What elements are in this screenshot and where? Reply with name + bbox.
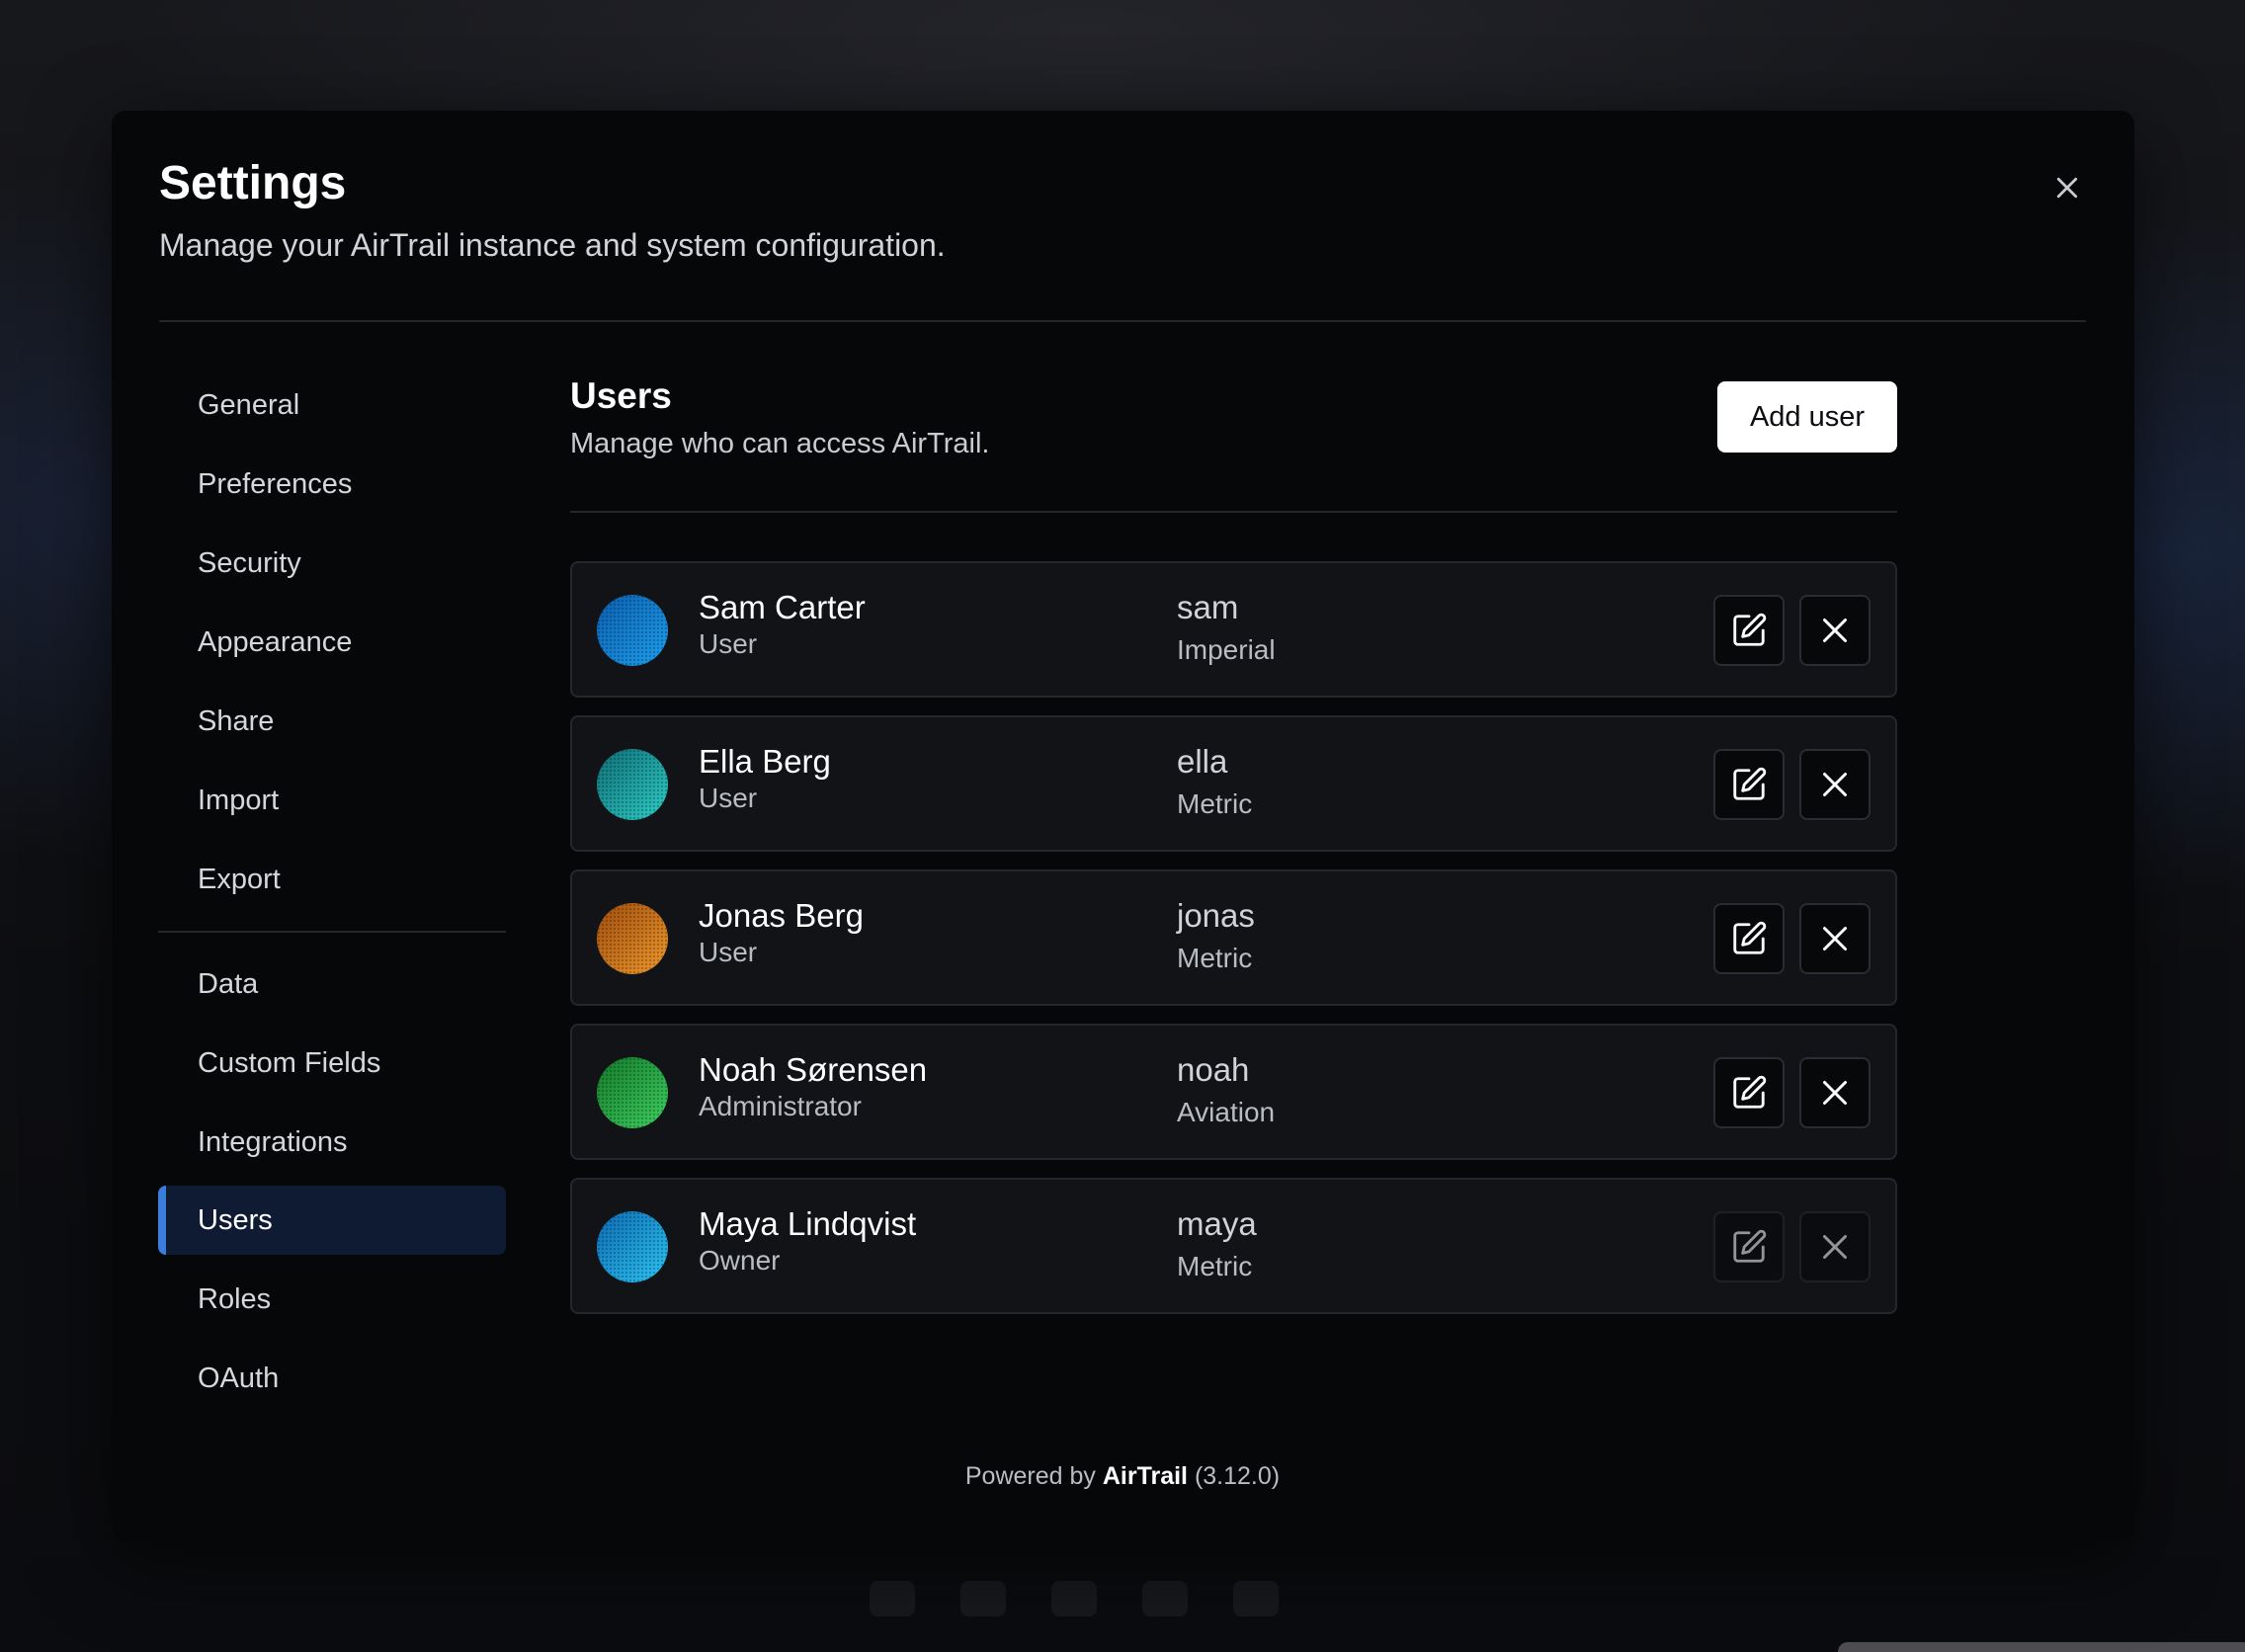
sidebar-item-roles[interactable]: Roles (158, 1265, 506, 1334)
user-role: User (699, 783, 758, 813)
user-username: sam (1177, 589, 1239, 625)
user-name: Sam Carter (699, 589, 866, 625)
edit-icon (1733, 1075, 1767, 1109)
modal-subtitle: Manage your AirTrail instance and system… (159, 227, 946, 263)
sidebar-item-import[interactable]: Import (158, 766, 506, 835)
user-username: maya (1177, 1205, 1257, 1242)
user-name: Ella Berg (699, 743, 831, 780)
edit-icon (1733, 921, 1767, 954)
edit-user-button[interactable] (1713, 1057, 1785, 1128)
user-name: Noah Sørensen (699, 1051, 928, 1088)
sidebar-item-data[interactable]: Data (158, 950, 506, 1019)
modal-title: Settings (159, 157, 347, 209)
background-scrollbar (1838, 1642, 2245, 1652)
sidebar-item-appearance[interactable]: Appearance (158, 608, 506, 677)
section-subtitle: Manage who can access AirTrail. (570, 428, 990, 459)
delete-user-button[interactable] (1799, 903, 1871, 974)
section-divider (570, 511, 1897, 513)
delete-icon (1823, 773, 1847, 796)
edit-icon (1733, 613, 1767, 646)
footer: Powered by AirTrail (3.12.0) (0, 1462, 2245, 1491)
user-row: Noah Sørensen Administrator noah Aviatio… (570, 1024, 1897, 1160)
delete-icon (1823, 927, 1847, 950)
user-units: Metric (1177, 1251, 1253, 1281)
avatar (597, 749, 668, 820)
user-name: Maya Lindqvist (699, 1205, 917, 1242)
delete-user-button[interactable] (1799, 1211, 1871, 1282)
user-role: User (699, 628, 758, 659)
edit-user-button[interactable] (1713, 749, 1785, 820)
background-dock-item (1233, 1581, 1279, 1616)
background-dock-item (960, 1581, 1006, 1616)
user-units: Metric (1177, 943, 1253, 973)
user-name: Jonas Berg (699, 897, 864, 934)
avatar (597, 1211, 668, 1282)
edit-user-button[interactable] (1713, 903, 1785, 974)
header-divider (159, 320, 2086, 322)
sidebar-item-preferences[interactable]: Preferences (158, 450, 506, 519)
user-username: ella (1177, 743, 1228, 780)
sidebar-divider (158, 931, 506, 933)
sidebar-item-share[interactable]: Share (158, 687, 506, 756)
sidebar-item-oauth[interactable]: OAuth (158, 1344, 506, 1413)
edit-icon (1733, 767, 1767, 800)
delete-user-button[interactable] (1799, 595, 1871, 666)
delete-icon (1823, 1081, 1847, 1105)
user-row: Sam Carter User sam Imperial (570, 561, 1897, 698)
background-dock-item (1051, 1581, 1097, 1616)
background-dock-item (870, 1581, 915, 1616)
delete-icon (1823, 1235, 1847, 1259)
avatar (597, 1057, 668, 1128)
delete-user-button[interactable] (1799, 1057, 1871, 1128)
user-row: Ella Berg User ella Metric (570, 715, 1897, 852)
delete-icon (1823, 619, 1847, 642)
user-role: Owner (699, 1245, 781, 1276)
section-title: Users (570, 375, 672, 416)
user-units: Aviation (1177, 1097, 1276, 1127)
close-icon (2056, 177, 2078, 199)
sidebar-item-custom-fields[interactable]: Custom Fields (158, 1029, 506, 1098)
sidebar-item-integrations[interactable]: Integrations (158, 1108, 506, 1177)
background-dock (870, 1581, 1279, 1616)
background-dock-item (1142, 1581, 1188, 1616)
user-username: noah (1177, 1051, 1250, 1088)
footer-version: (3.12.0) (1194, 1462, 1281, 1490)
footer-prefix: Powered by (964, 1462, 1096, 1490)
close-button[interactable] (2037, 158, 2097, 217)
sidebar-item-users[interactable]: Users (158, 1186, 506, 1255)
footer-brand-link[interactable]: AirTrail (1103, 1462, 1188, 1490)
user-row: Jonas Berg User jonas Metric (570, 869, 1897, 1006)
sidebar-item-export[interactable]: Export (158, 845, 506, 914)
user-units: Imperial (1177, 634, 1276, 665)
user-username: jonas (1177, 897, 1255, 934)
edit-icon (1733, 1229, 1767, 1263)
sidebar-item-security[interactable]: Security (158, 529, 506, 598)
user-role: Administrator (699, 1091, 862, 1121)
edit-user-button[interactable] (1713, 595, 1785, 666)
user-role: User (699, 937, 758, 967)
avatar (597, 903, 668, 974)
sidebar-item-general[interactable]: General (158, 371, 506, 440)
add-user-button[interactable]: Add user (1717, 381, 1897, 453)
delete-user-button[interactable] (1799, 749, 1871, 820)
edit-user-button[interactable] (1713, 1211, 1785, 1282)
user-units: Metric (1177, 788, 1253, 819)
avatar (597, 595, 668, 666)
user-row: Maya Lindqvist Owner maya Metric (570, 1178, 1897, 1314)
